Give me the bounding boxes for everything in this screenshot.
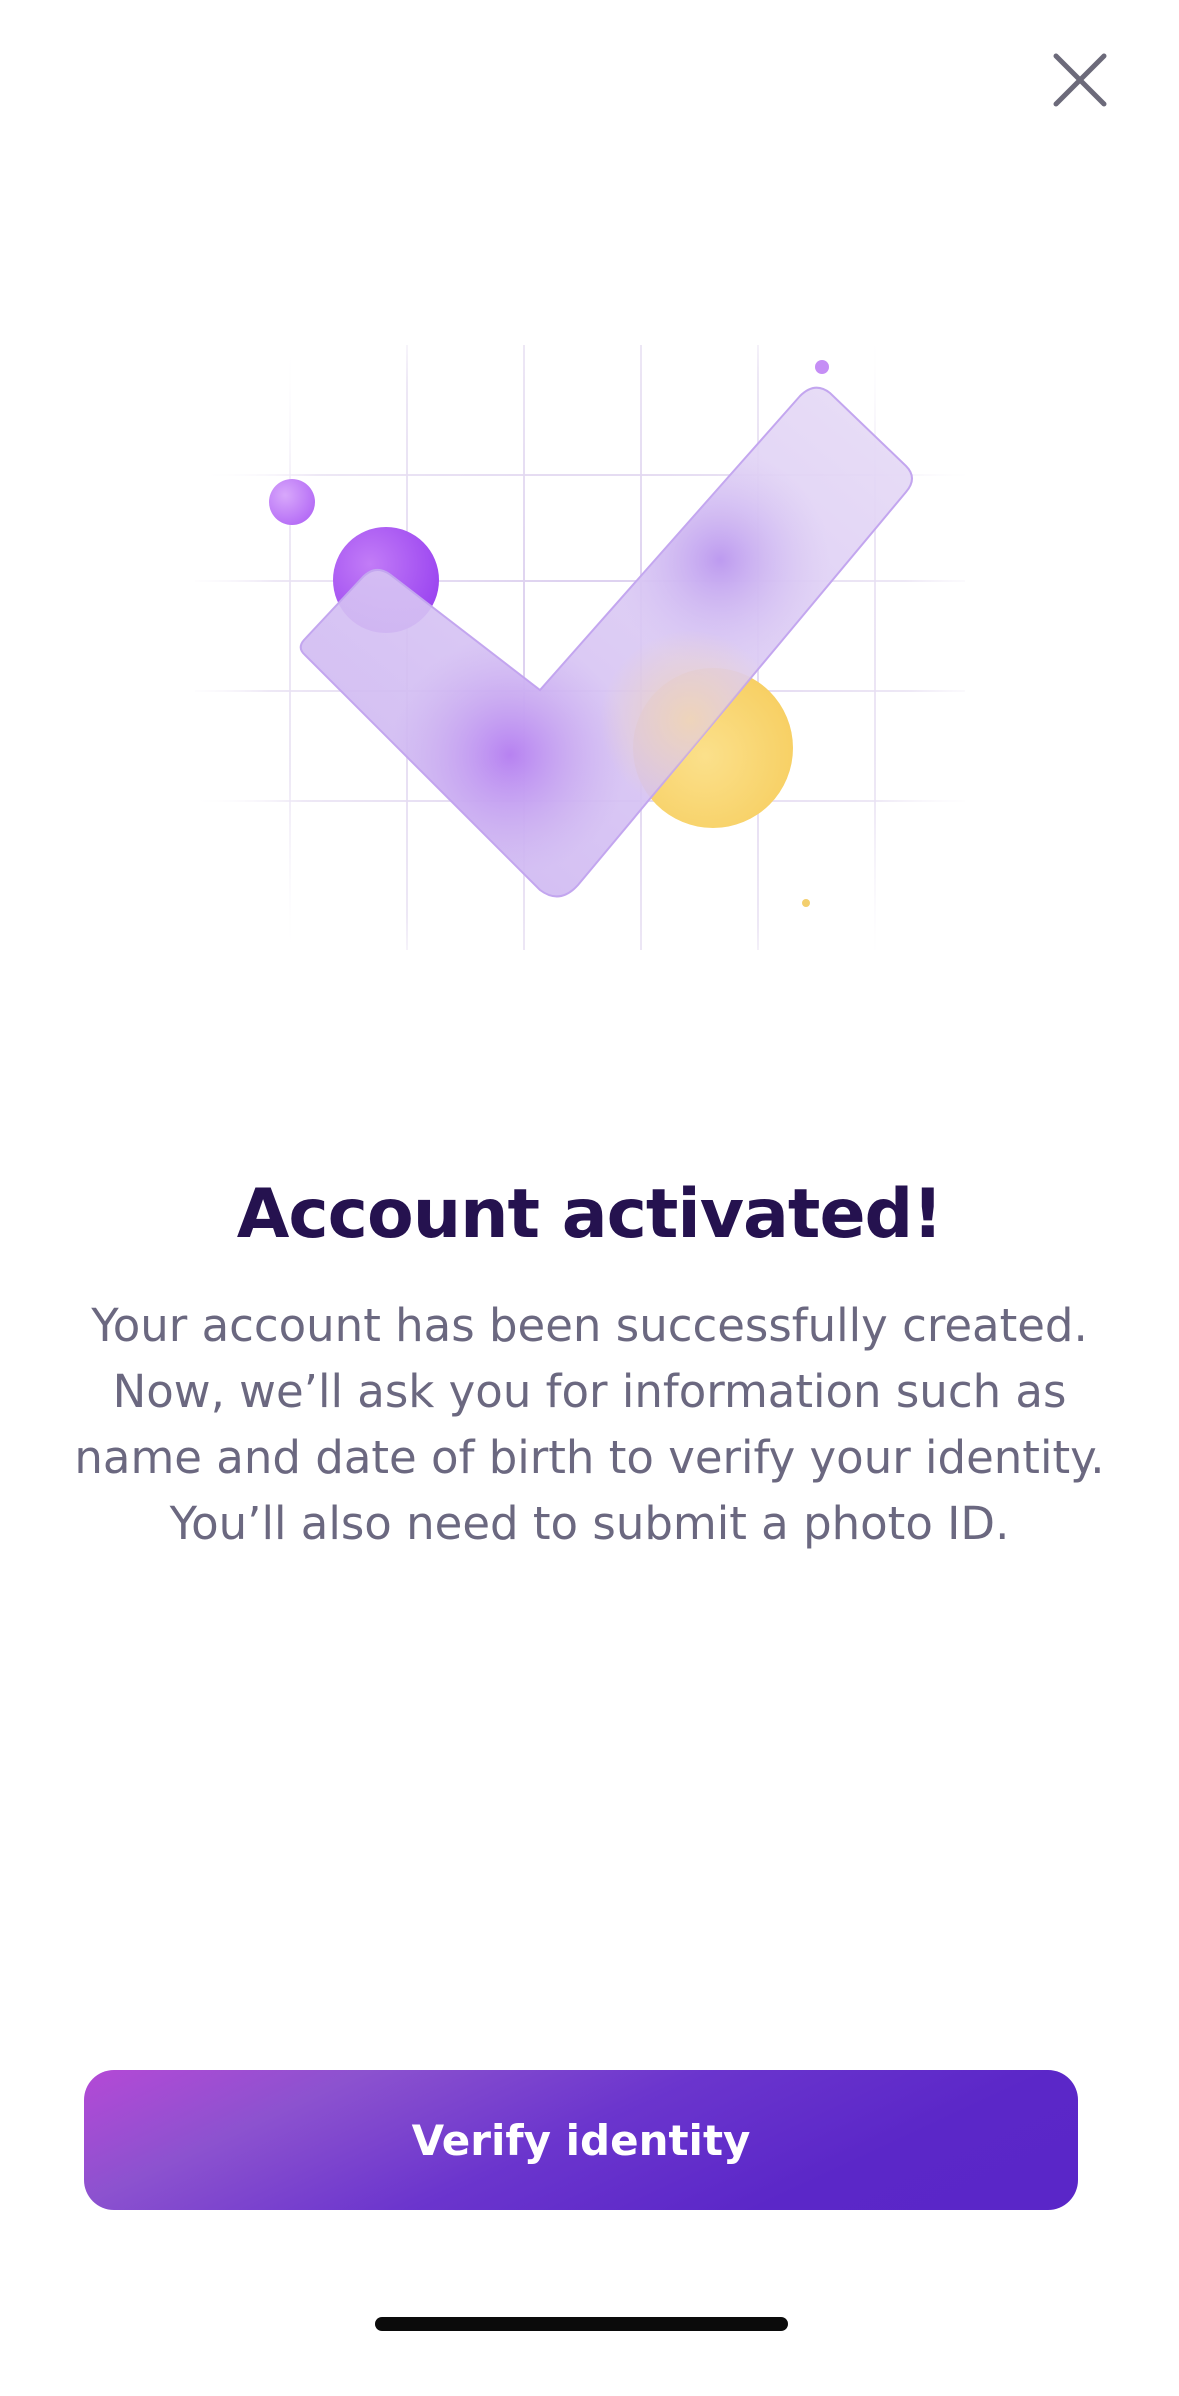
success-illustration (195, 345, 965, 950)
description-line: Now, we’ll ask you for information such … (112, 1365, 1067, 1418)
close-button[interactable] (1045, 45, 1115, 115)
page-title: Account activated! (236, 1175, 944, 1254)
tiny-purple-dot (815, 360, 829, 374)
description-line: You’ll also need to submit a photo ID. (169, 1497, 1010, 1550)
description-line: name and date of birth to verify your id… (74, 1431, 1105, 1484)
description-line: Your account has been successfully creat… (91, 1299, 1088, 1352)
check-icon (299, 386, 913, 898)
tiny-yellow-dot (802, 899, 810, 907)
home-indicator (375, 2317, 788, 2331)
small-purple-dot (269, 479, 315, 525)
verify-identity-button[interactable]: Verify identity (84, 2070, 1078, 2210)
description-text: Your account has been successfully creat… (70, 1293, 1109, 1557)
close-icon (1053, 53, 1107, 107)
